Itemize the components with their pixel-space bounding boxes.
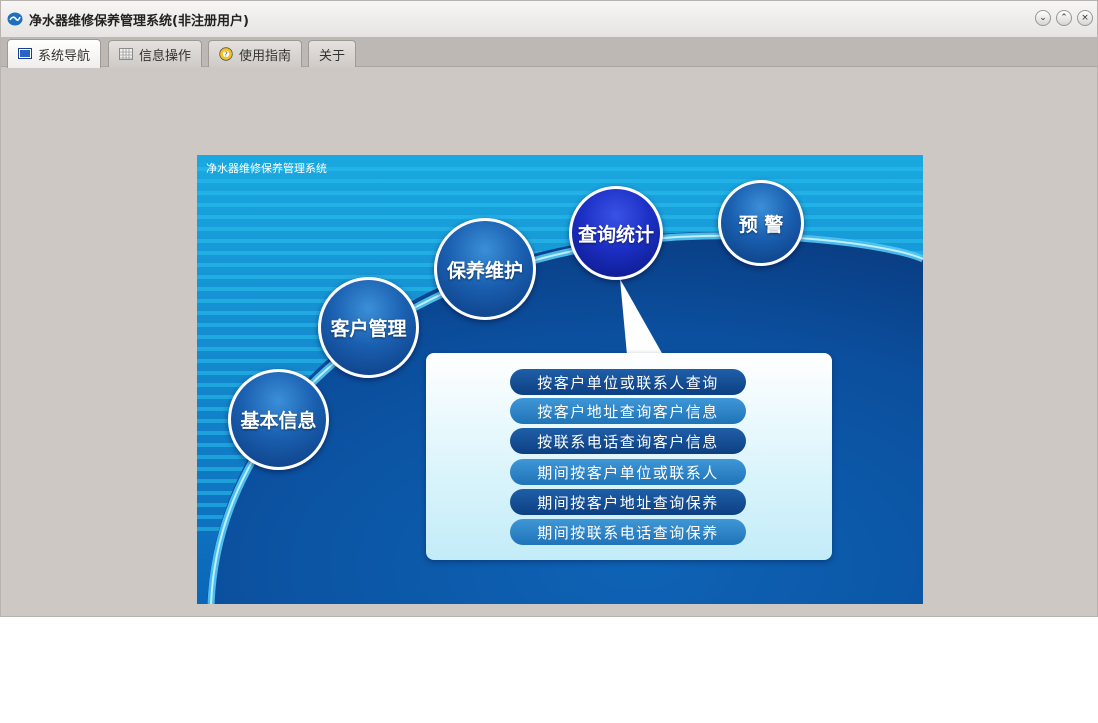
- node-maintenance[interactable]: 保养维护: [434, 218, 536, 320]
- help-icon: ?: [219, 47, 233, 61]
- monitor-icon: [18, 48, 32, 59]
- menu-item-query-by-address[interactable]: 按客户地址查询客户信息: [510, 398, 746, 424]
- menu-item-query-by-unit-contact[interactable]: 按客户单位或联系人查询: [510, 369, 746, 395]
- menu-item-label: 按客户单位或联系人查询: [537, 373, 719, 392]
- title-bar: 净水器维修保养管理系统(非注册用户) ⌄ ⌃ ×: [1, 1, 1097, 37]
- maximize-button[interactable]: ⌃: [1056, 10, 1072, 26]
- tab-label: 系统导航: [38, 48, 91, 64]
- tab-user-guide[interactable]: ? 使用指南: [208, 40, 303, 67]
- tab-bar: 系统导航 信息操作 ? 使用指南 关于: [1, 37, 1097, 68]
- menu-item-label: 期间按联系电话查询保养: [537, 523, 719, 542]
- node-warning[interactable]: 预 警: [718, 180, 804, 266]
- tab-label: 使用指南: [239, 48, 292, 64]
- panel-title: 净水器维修保养管理系统: [206, 162, 327, 175]
- tab-about[interactable]: 关于: [308, 40, 357, 67]
- node-query-statistics[interactable]: 查询统计: [569, 186, 663, 280]
- menu-item-label: 期间按客户地址查询保养: [537, 493, 719, 512]
- node-label: 基本信息: [240, 410, 317, 432]
- menu-item-label: 按联系电话查询客户信息: [537, 432, 719, 451]
- menu-item-period-by-address[interactable]: 期间按客户地址查询保养: [510, 489, 746, 515]
- chevron-up-icon: ⌃: [1060, 12, 1068, 23]
- menu-item-label: 按客户地址查询客户信息: [537, 402, 719, 421]
- window-title: 净水器维修保养管理系统(非注册用户): [29, 13, 249, 29]
- grid-icon: [119, 48, 133, 60]
- node-label: 客户管理: [330, 318, 407, 340]
- minimize-button[interactable]: ⌄: [1035, 10, 1051, 26]
- node-label: 保养维护: [446, 259, 523, 282]
- node-label: 查询统计: [577, 223, 654, 246]
- chevron-down-icon: ⌄: [1039, 12, 1047, 23]
- app-window: 净水器维修保养管理系统(非注册用户) ⌄ ⌃ × 系统导航 信息操作 ? 使用指…: [0, 0, 1098, 617]
- menu-item-period-by-unit-contact[interactable]: 期间按客户单位或联系人: [510, 459, 746, 485]
- app-logo-icon: [7, 12, 23, 26]
- close-icon: ×: [1081, 12, 1089, 23]
- node-basic-info[interactable]: 基本信息: [228, 369, 329, 470]
- menu-item-period-by-phone[interactable]: 期间按联系电话查询保养: [510, 519, 746, 545]
- tab-system-navigation[interactable]: 系统导航: [7, 39, 102, 68]
- menu-item-query-by-phone[interactable]: 按联系电话查询客户信息: [510, 428, 746, 454]
- tab-label: 关于: [319, 48, 346, 64]
- close-button[interactable]: ×: [1077, 10, 1093, 26]
- menu-item-label: 期间按客户单位或联系人: [537, 463, 719, 482]
- tab-info-operation[interactable]: 信息操作: [108, 40, 203, 67]
- navigation-panel: 净水器维修保养管理系统 基本信息 客户管理 保养维护 查询统计 预 警 按客户单…: [197, 155, 923, 604]
- query-menu: 按客户单位或联系人查询 按客户地址查询客户信息 按联系电话查询客户信息 期间按客…: [426, 353, 832, 560]
- tab-label: 信息操作: [139, 48, 192, 64]
- svg-text:?: ?: [224, 51, 228, 59]
- window-controls: ⌄ ⌃ ×: [1035, 10, 1093, 26]
- node-label: 预 警: [738, 213, 784, 236]
- node-customer-management[interactable]: 客户管理: [318, 277, 419, 378]
